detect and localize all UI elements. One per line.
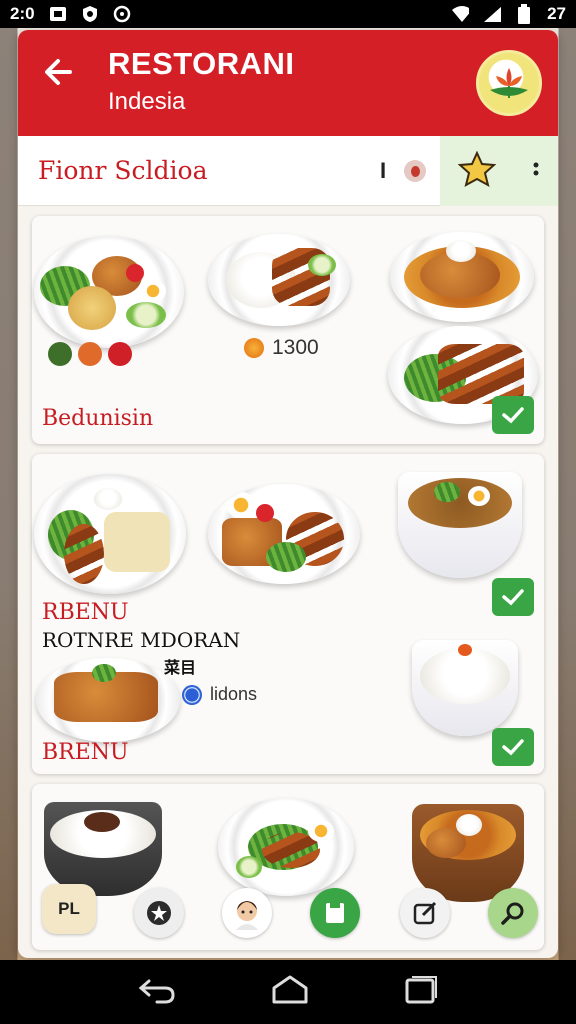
- dish-name: Bedunisin: [42, 406, 154, 431]
- app-title: RESTORANI: [108, 46, 295, 81]
- dish-plate[interactable]: [218, 798, 354, 896]
- book-icon: [326, 903, 344, 923]
- dish-plate[interactable]: [34, 474, 186, 594]
- price-value: 1300: [272, 336, 319, 359]
- dish-plate[interactable]: [36, 658, 180, 742]
- category-button[interactable]: [134, 888, 184, 938]
- shield-notification-icon: [81, 5, 99, 23]
- info-dot-icon: [182, 684, 202, 705]
- spicy-icon: [78, 342, 102, 366]
- dish-description: ROTNRE MDORAN: [42, 628, 241, 652]
- search-icon: [501, 902, 524, 925]
- back-arrow-icon: [138, 979, 175, 1003]
- sync-icon: [113, 5, 131, 23]
- dish-plate[interactable]: [208, 234, 350, 326]
- profile-badge[interactable]: PL: [42, 884, 96, 934]
- badge-icon: [147, 901, 171, 925]
- dish-tag: 菜目: [164, 660, 197, 677]
- dish-plate[interactable]: [208, 484, 360, 584]
- search-button[interactable]: [488, 888, 538, 938]
- edit-icon: [413, 901, 437, 925]
- favorite-button[interactable]: [457, 150, 496, 192]
- dish-tags: [48, 342, 132, 366]
- home-nav-button[interactable]: [270, 974, 310, 1011]
- check-icon: [502, 589, 524, 606]
- battery-icon: [515, 4, 533, 24]
- leaf-icon: [48, 342, 72, 366]
- app-subtitle: Indesia: [108, 88, 186, 115]
- menu-card[interactable]: 1300 Bedunisin: [32, 216, 544, 444]
- section-toolbar: Fionr Scldioa I: [18, 136, 558, 206]
- avatar-icon: [236, 901, 258, 930]
- check-icon: [502, 407, 524, 424]
- arrow-left-icon: [45, 59, 72, 85]
- avatar-button[interactable]: [222, 888, 272, 938]
- back-button[interactable]: [40, 52, 80, 92]
- note-text: lidons: [210, 684, 258, 704]
- select-dish-button[interactable]: [492, 578, 534, 616]
- toolbar-actions: [440, 136, 558, 206]
- coin-icon: [244, 338, 264, 358]
- chili-icon: [108, 342, 132, 366]
- rice-bowl[interactable]: [412, 640, 518, 736]
- signal-icon: [483, 5, 502, 23]
- back-nav-button[interactable]: [137, 975, 177, 1010]
- profile-badge-label: PL: [58, 899, 80, 918]
- menu-card[interactable]: RBENU ROTNRE MDORAN 菜目 lidons BRENU: [32, 454, 544, 774]
- more-options-button[interactable]: [531, 159, 541, 184]
- star-icon: [457, 150, 496, 187]
- system-navigation-bar: [0, 960, 576, 1024]
- flower-logo-icon: [476, 50, 542, 116]
- recents-nav-button[interactable]: [403, 974, 439, 1011]
- wifi-icon: [451, 5, 470, 23]
- section-indicator: I: [380, 158, 387, 183]
- dish-note: lidons: [182, 684, 257, 705]
- notification-icon: [49, 5, 67, 23]
- home-icon: [272, 975, 308, 1003]
- dish-plate[interactable]: [390, 232, 534, 322]
- status-dot-icon: [404, 160, 426, 182]
- recents-icon: [405, 975, 438, 1003]
- rice-pot[interactable]: [44, 802, 162, 896]
- app-header: RESTORANI Indesia: [18, 30, 558, 136]
- dish-name: BRENU: [42, 740, 129, 765]
- section-title: Fionr Scldioa: [38, 156, 208, 185]
- edit-button[interactable]: [400, 888, 450, 938]
- dish-plate[interactable]: [34, 236, 184, 348]
- more-vertical-icon: [533, 162, 538, 175]
- menu-book-button[interactable]: [310, 888, 360, 938]
- select-dish-button[interactable]: [492, 728, 534, 766]
- status-time: 2:0: [10, 4, 35, 23]
- dish-price: 1300: [244, 336, 319, 360]
- select-dish-button[interactable]: [492, 396, 534, 434]
- menu-card[interactable]: PL: [32, 784, 544, 950]
- app-window: RESTORANI Indesia Fionr Scldioa I 1300 B…: [18, 30, 558, 958]
- battery-level: 27: [547, 4, 566, 23]
- status-bar: 2:0 27: [0, 0, 576, 28]
- check-icon: [502, 739, 524, 756]
- soup-bowl[interactable]: [398, 472, 522, 578]
- dish-name: RBENU: [42, 600, 129, 625]
